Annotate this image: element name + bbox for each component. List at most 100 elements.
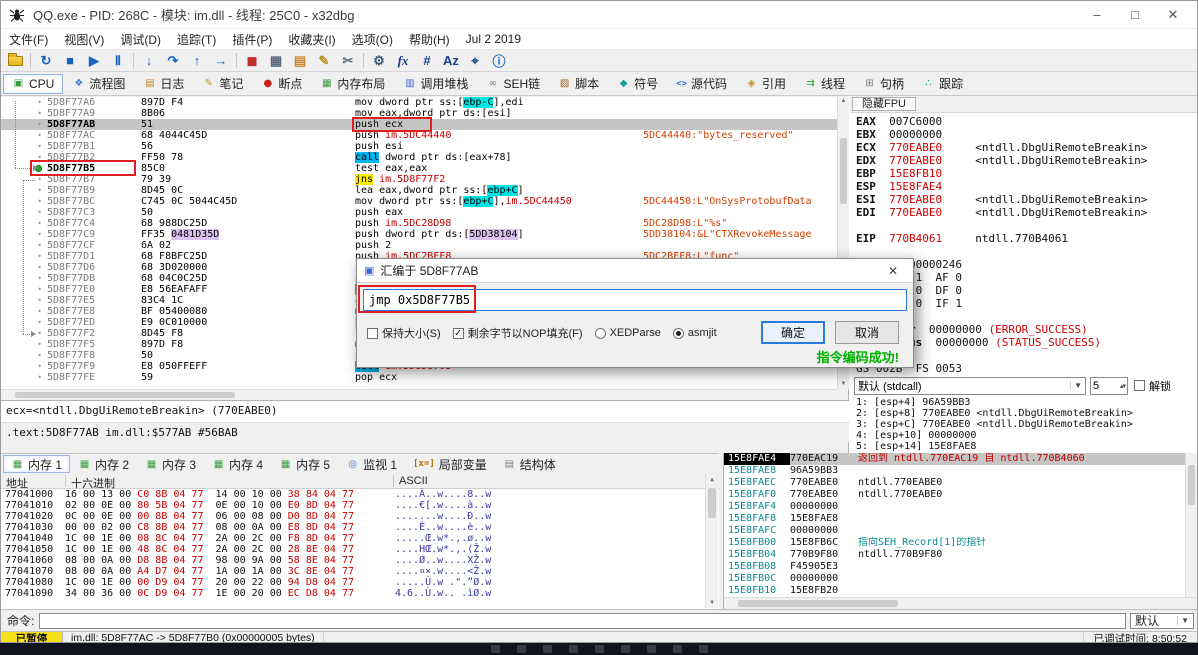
disasm-row[interactable]: • 5D8F77B1 56 push esi [1,141,837,152]
ok-button[interactable]: 确定 [761,321,825,344]
tab-trace[interactable]: ∴ 跟踪 [913,74,972,94]
tab-dump-5[interactable]: ▦ 内存 5 [271,455,338,473]
run-to-user-code-icon[interactable]: → [210,51,232,71]
tab-cpu[interactable]: ▣ CPU [3,73,64,94]
stack-row[interactable]: 15E8FB10 15E8FB20 [724,585,1185,597]
stack-row[interactable]: 15E8FAFC 00000000 [724,525,1185,537]
tab-dump-4[interactable]: ▦ 内存 4 [204,455,271,473]
notes-icon[interactable]: ✎ [313,51,335,71]
menu-item-0[interactable]: 文件(F) [1,29,56,50]
step-into-icon[interactable]: ↓ [138,51,160,71]
memory-row[interactable]: 77041030 00 00 02 00 C8 8B 04 77 08 00 0A… [1,522,705,533]
title-bar[interactable]: QQ.exe - PID: 268C - 模块: im.dll - 线程: 25… [1,1,1197,29]
taskbar-icon[interactable] [568,645,578,653]
calling-convention-select[interactable]: 默认 (stdcall) ▼ [854,376,1086,395]
memory-row[interactable]: 77041010 02 00 0E 00 80 5B 04 77 0E 00 10… [1,500,705,511]
memory-row[interactable]: 77041090 34 00 36 00 0C D9 04 77 1E 00 20… [1,588,705,599]
memory-row[interactable]: 77041020 0C 00 0E 00 00 8B 04 77 06 00 08… [1,511,705,522]
tab-call-stack[interactable]: ▥ 调用堆栈 [394,74,477,94]
taskbar-icon[interactable] [672,645,682,653]
stack-row[interactable]: 15E8FB04 770B9F80 ntdll.770B9F80 [724,549,1185,561]
menu-item-3[interactable]: 追踪(T) [169,29,224,50]
stack-row[interactable]: 15E8FB00 15E8FB6C 指向SEH_Record[1]的指针 [724,537,1185,549]
stack-row[interactable]: 15E8FAF0 770EABE0 ntdll.770EABE0 [724,489,1185,501]
stop-icon[interactable]: ■ [59,51,81,71]
tab-log[interactable]: ▤ 日志 [134,74,193,94]
hide-fpu-button[interactable]: 隐藏FPU [852,97,916,111]
memory-row[interactable]: 77041060 08 00 0A 00 D8 8B 04 77 98 00 9A… [1,555,705,566]
disasm-row[interactable]: • 5D8F77C4 68 988DC25D push im.5DC28D98 5DC2… [1,218,837,229]
az-font-icon[interactable]: Az [440,51,462,71]
command-input[interactable] [39,612,1126,629]
taskbar-icon[interactable] [490,645,500,653]
stack-row[interactable]: 15E8FAF8 15E8FAE8 [724,513,1185,525]
tab-script[interactable]: ▨ 脚本 [549,74,608,94]
keep-size-checkbox[interactable]: 保持大小(S) [367,325,441,341]
disasm-row[interactable]: • 5D8F77AB 51 push ecx [1,119,837,130]
open-file-icon[interactable] [4,51,26,71]
tab-seh-chain[interactable]: ∞ SEH链 [477,74,549,94]
disasm-row[interactable]: • 5D8F77BC C745 0C 5044C45D mov dword ptr s… [1,196,837,207]
pause-icon[interactable]: Ⅱ [107,51,129,71]
tab-locals[interactable]: [x=] 局部变量 [405,455,495,473]
stack-vertical-scrollbar[interactable] [1185,453,1197,597]
patch-icon[interactable]: ◼ [241,51,263,71]
memory-row[interactable]: 77041000 16 00 13 00 C0 8B 04 77 14 00 10… [1,489,705,500]
disasm-row[interactable]: • 5D8F77AC 68 4044C45D push im.5DC44440 5DC4… [1,130,837,141]
menu-item-1[interactable]: 视图(V) [56,29,112,50]
stack-row[interactable]: 15E8FAE4 770EAC19 返回到 ntdll.770EAC19 自 ntd… [724,453,1185,465]
tab-threads[interactable]: ⇉ 线程 [795,74,854,94]
run-icon[interactable]: ▶ [83,51,105,71]
dialog-title-bar[interactable]: ▣ 汇编于 5D8F77AB ✕ [357,259,913,283]
memory-row[interactable]: 77041050 1C 00 1E 00 48 8C 04 77 2A 00 2C… [1,544,705,555]
menu-item-2[interactable]: 调试(D) [112,29,169,50]
log-icon[interactable]: ▤ [289,51,311,71]
disasm-row[interactable]: • 5D8F77A9 8B06 mov eax,dword ptr ds:[esi] [1,108,837,119]
disasm-row[interactable]: • 5D8F77FE 59 pop ecx [1,372,837,383]
disasm-row[interactable]: • 5D8F77A6 897D F4 mov dword ptr ss:[ebp-C]… [1,97,837,108]
minimize-button[interactable]: – [1089,7,1105,23]
menu-item-8[interactable]: Jul 2 2019 [458,30,529,48]
stack-horizontal-scrollbar[interactable] [724,597,1197,609]
scissors-icon[interactable]: ✂ [337,51,359,71]
stack-row[interactable]: 15E8FAF4 00000000 [724,501,1185,513]
disasm-row[interactable]: 5D8F77B5 85C0 test eax,eax [1,163,837,174]
memory-map-icon[interactable]: ▦ [265,51,287,71]
stack-row[interactable]: 15E8FB08 F45905E3 [724,561,1185,573]
disasm-row[interactable]: • 5D8F77B9 8D45 0C lea eax,dword ptr ss:[eb… [1,185,837,196]
maximize-button[interactable]: □ [1127,7,1143,23]
stack-row[interactable]: 15E8FAEC 770EABE0 ntdll.770EABE0 [724,477,1185,489]
memory-row[interactable]: 77041040 1C 00 1E 00 08 8C 04 77 2A 00 2C… [1,533,705,544]
menu-item-4[interactable]: 插件(P) [224,29,280,50]
search-icon[interactable]: ⌖ [464,51,486,71]
settings-gear-icon[interactable]: ⚙ [368,51,390,71]
tab-source[interactable]: <> 源代码 [667,74,736,94]
tab-breakpoints[interactable]: ● 断点 [252,74,311,94]
memory-row[interactable]: 77041070 08 00 0A 00 A4 D7 04 77 1A 00 1A… [1,566,705,577]
tab-graph[interactable]: ❖ 流程图 [63,74,134,94]
argument-count-spinner[interactable]: 5 ▴▾ [1090,376,1128,395]
taskbar-icon[interactable] [620,645,630,653]
cancel-button[interactable]: 取消 [835,321,899,344]
hash-shortcuts-icon[interactable]: # [416,51,438,71]
disasm-row[interactable]: • 5D8F77C3 50 push eax [1,207,837,218]
command-profile-dropdown[interactable]: 默认 ▼ [1130,612,1194,629]
taskbar-icon[interactable] [698,645,708,653]
memory-vertical-scrollbar[interactable]: ▲ ▼ [705,474,718,608]
nop-fill-checkbox[interactable]: ✓ 剩余字节以NOP填充(F) [452,325,583,341]
tab-handles[interactable]: ⊞ 句柄 [854,74,913,94]
tab-notes[interactable]: ✎ 笔记 [193,74,252,94]
menu-item-6[interactable]: 选项(O) [344,29,401,50]
stack-row[interactable]: 15E8FAE8 96A59BB3 [724,465,1185,477]
tab-dump-3[interactable]: ▦ 内存 3 [137,455,204,473]
disasm-row[interactable]: • 5D8F77B7 79 39 jns im.5D8F77F2 [1,174,837,185]
disasm-row[interactable]: • 5D8F77B2 FF50 78 call dword ptr ds:[eax+7… [1,152,837,163]
restart-icon[interactable]: ↻ [35,51,57,71]
assemble-instruction-input[interactable] [363,289,907,311]
memory-row[interactable]: 77041080 1C 00 1E 00 00 D9 04 77 20 00 22… [1,577,705,588]
xedparse-radio[interactable]: XEDParse [594,327,661,339]
tab-references[interactable]: ◈ 引用 [736,74,795,94]
taskbar-icon[interactable] [646,645,656,653]
step-over-icon[interactable]: ↷ [162,51,184,71]
tab-dump-1[interactable]: ▦ 内存 1 [3,455,71,473]
